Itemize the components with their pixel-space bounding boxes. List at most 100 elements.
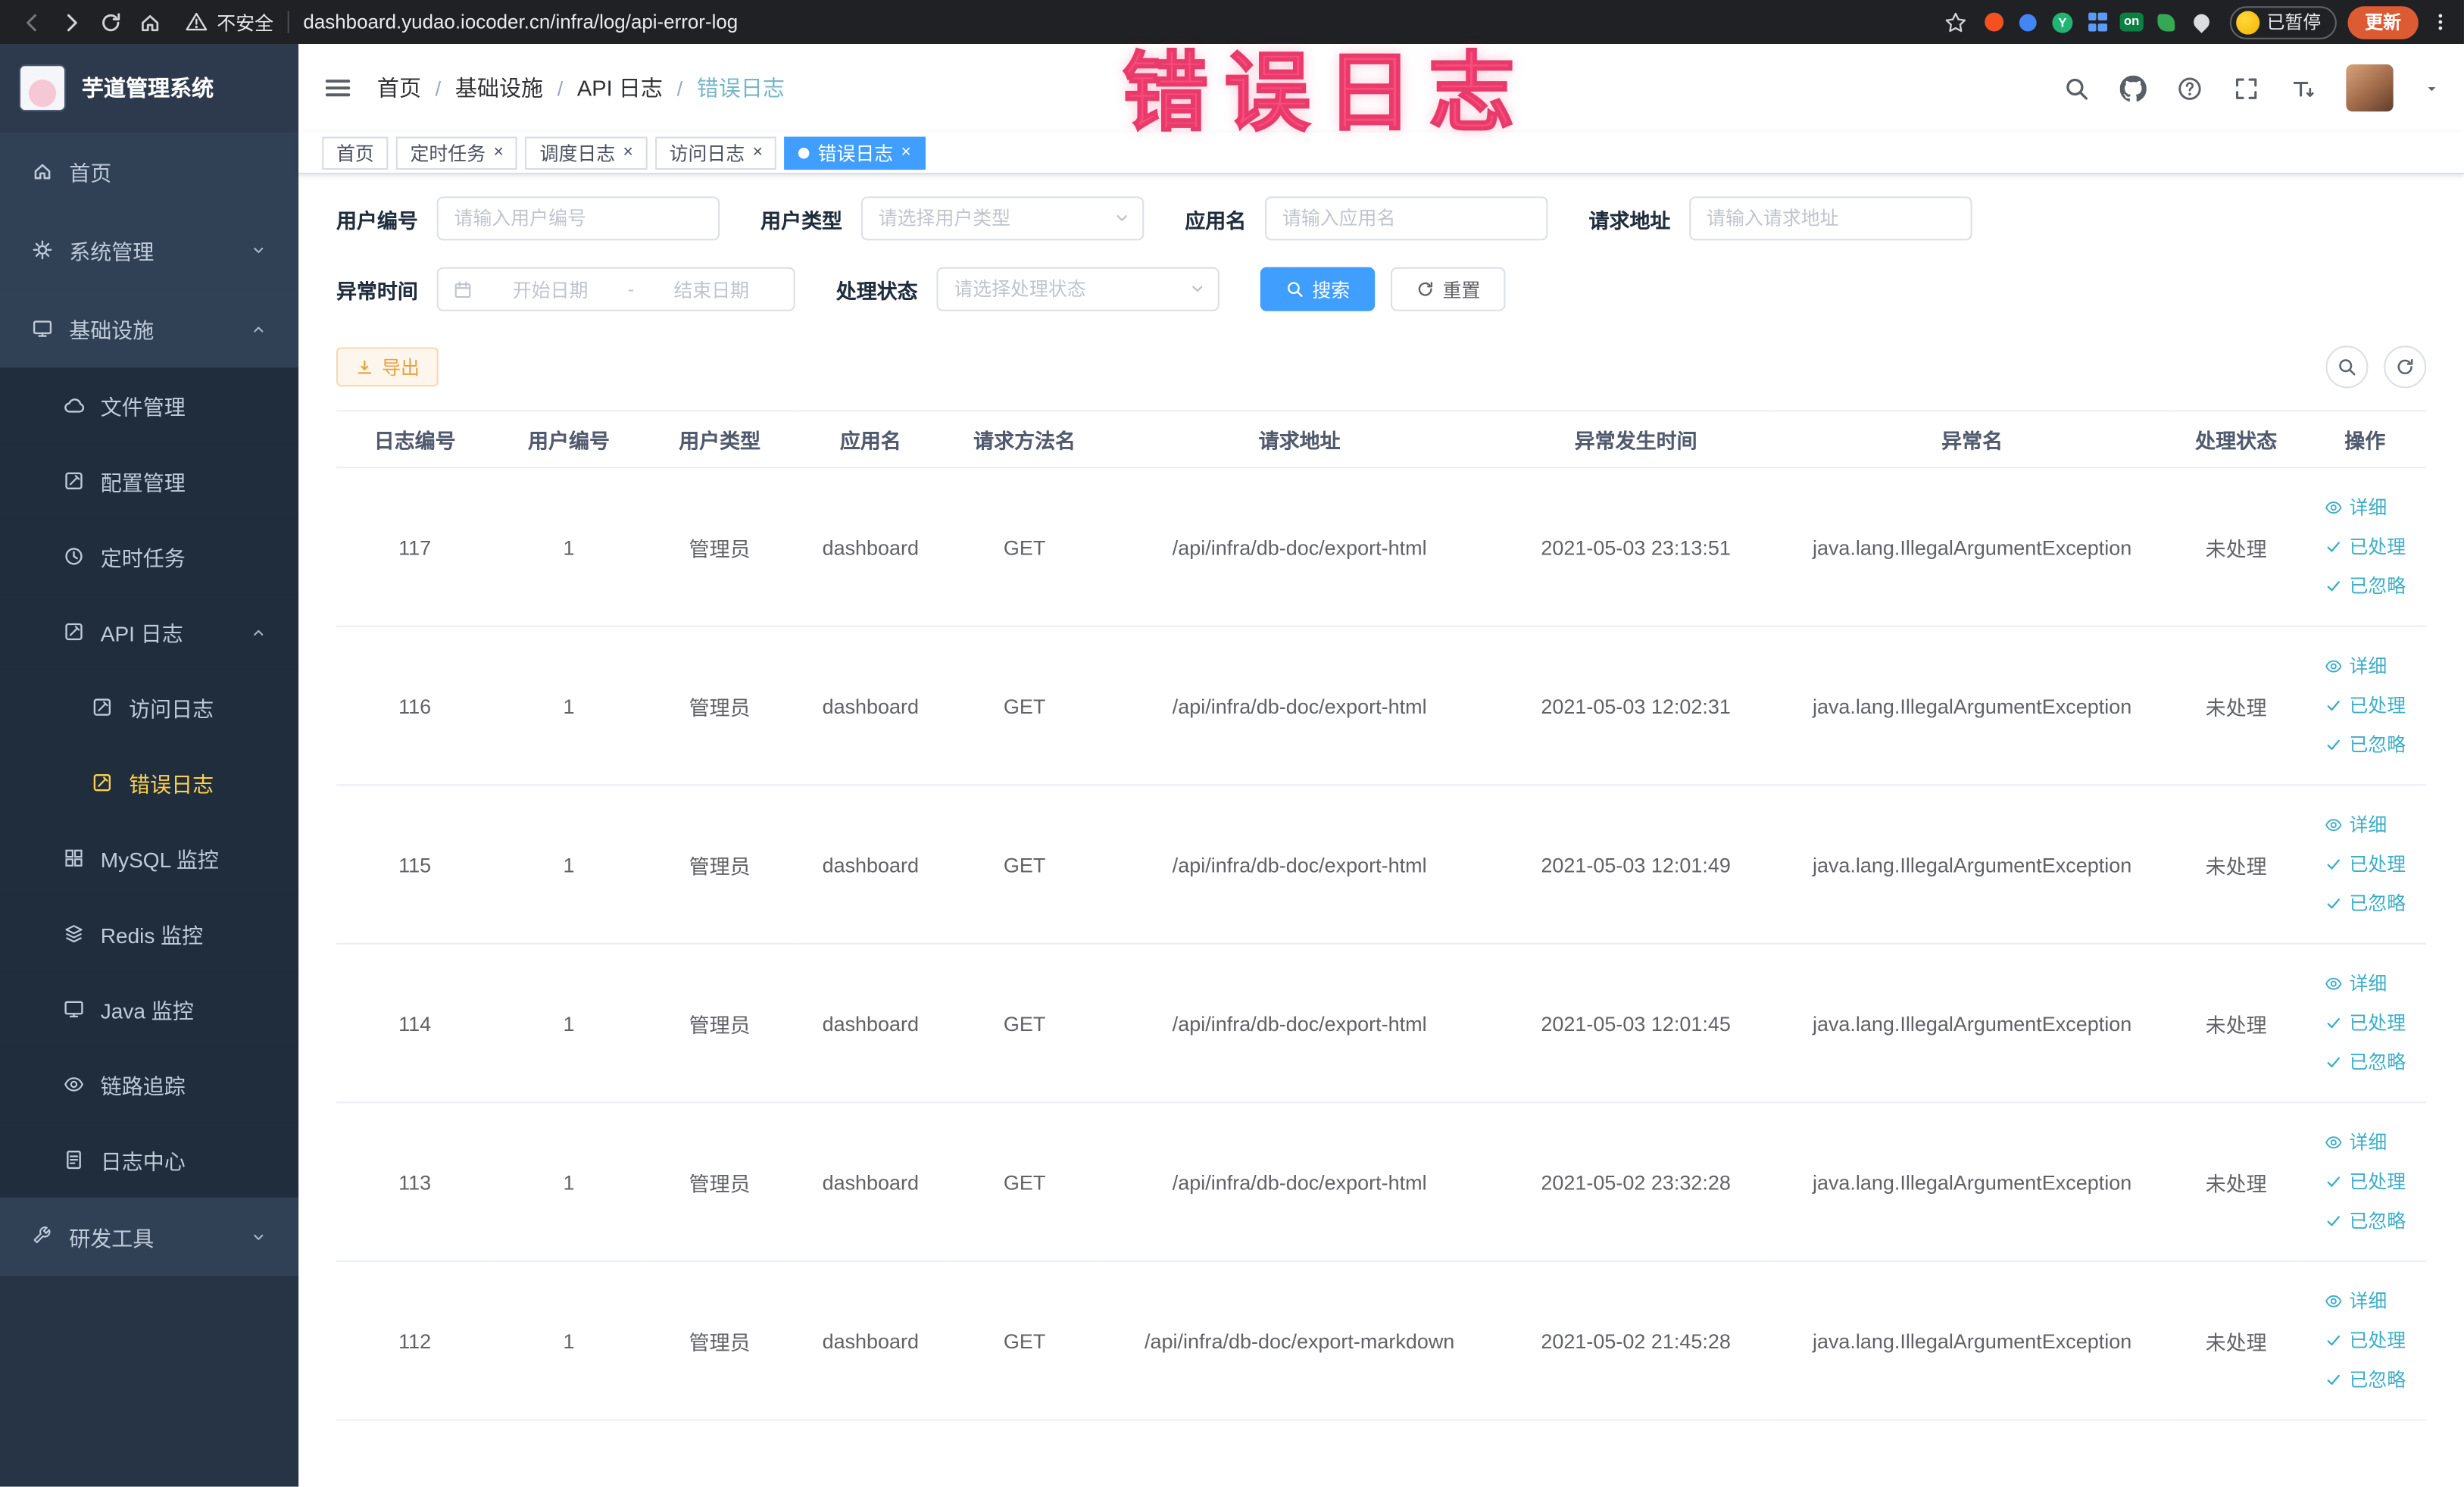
mark-ignored-link[interactable]: 已忽略: [2324, 725, 2406, 764]
search-button[interactable]: 搜索: [1260, 267, 1376, 311]
breadcrumb-current: 错误日志: [696, 75, 785, 101]
browser-menu-icon[interactable]: [2429, 11, 2451, 33]
extension-blue-icon[interactable]: [2010, 5, 2045, 39]
browser-profile-badge[interactable]: 已暂停: [2228, 5, 2337, 39]
eye-icon: [2324, 498, 2343, 517]
app-name-input[interactable]: [1265, 196, 1548, 241]
sidebar-item-scheduled-jobs[interactable]: 定时任务: [0, 518, 299, 595]
browser-reload-icon[interactable]: [91, 2, 130, 42]
detail-link[interactable]: 详细: [2324, 647, 2387, 686]
font-size-icon[interactable]: [2290, 75, 2316, 102]
start-date-placeholder: 开始日期: [512, 279, 589, 301]
mark-ignored-link[interactable]: 已忽略: [2324, 1201, 2406, 1241]
refresh-table-button[interactable]: [2384, 345, 2427, 389]
breadcrumb-item[interactable]: API 日志: [577, 72, 663, 103]
mark-processed-link[interactable]: 已处理: [2324, 1004, 2406, 1043]
layers-icon: [63, 923, 85, 945]
check-icon: [2324, 1370, 2343, 1389]
tab-access-log[interactable]: 访问日志 ×: [654, 136, 777, 170]
extension-orange-icon[interactable]: [1976, 5, 2011, 39]
close-icon[interactable]: ×: [753, 143, 763, 161]
mark-processed-link[interactable]: 已处理: [2324, 1321, 2406, 1360]
sidebar-item-error-log[interactable]: 错误日志: [0, 745, 299, 820]
check-icon: [2324, 538, 2343, 557]
extension-grid-icon[interactable]: [2080, 5, 2115, 39]
sidebar-item-home[interactable]: 首页: [0, 132, 299, 211]
tab-error-log[interactable]: 错误日志 ×: [785, 136, 926, 170]
process-status-label: 处理状态: [835, 279, 918, 303]
export-button[interactable]: 导出: [336, 347, 439, 387]
user-avatar[interactable]: [2346, 64, 2394, 112]
close-icon[interactable]: ×: [901, 143, 911, 161]
site-security[interactable]: 不安全: [186, 8, 273, 35]
github-icon[interactable]: [2120, 75, 2147, 102]
browser-home-icon[interactable]: [130, 2, 170, 42]
check-icon: [2324, 1014, 2343, 1032]
mark-ignored-link[interactable]: 已忽略: [2324, 884, 2406, 923]
user-id-input[interactable]: [436, 196, 720, 241]
check-icon: [2324, 1173, 2343, 1192]
browser-back-icon[interactable]: [13, 2, 52, 42]
sidebar-item-log-center[interactable]: 日志中心: [0, 1122, 299, 1198]
sidebar-item-redis-monitor[interactable]: Redis 监控: [0, 895, 299, 972]
browser-forward-icon[interactable]: [52, 2, 91, 42]
user-type-select[interactable]: [860, 196, 1145, 241]
sidebar-item-access-log[interactable]: 访问日志: [0, 669, 299, 745]
date-range-picker[interactable]: 开始日期 - 结束日期: [436, 267, 795, 311]
extension-pin-icon[interactable]: [2184, 5, 2219, 39]
sidebar-item-trace[interactable]: 链路追踪: [0, 1046, 299, 1123]
extension-on-badge[interactable]: on: [2114, 5, 2149, 39]
screen: 错误日志 不安全 dashboard.yudao.iocoder.cn/infr…: [0, 0, 2464, 1487]
extension-leaf-icon[interactable]: [2149, 5, 2184, 39]
tab-home[interactable]: 首页: [322, 136, 389, 170]
detail-link[interactable]: 详细: [2324, 805, 2387, 845]
detail-link[interactable]: 详细: [2324, 1282, 2387, 1321]
sidebar-toggle-icon[interactable]: [322, 72, 353, 103]
mark-processed-link[interactable]: 已处理: [2324, 845, 2406, 884]
check-icon: [2324, 736, 2343, 754]
tab-scheduled-jobs[interactable]: 定时任务 ×: [395, 136, 518, 170]
breadcrumb-item[interactable]: 首页: [377, 72, 421, 103]
sidebar-item-file-mgmt[interactable]: 文件管理: [0, 367, 299, 444]
extension-y-icon[interactable]: Y: [2045, 5, 2080, 39]
doc-icon: [63, 1149, 85, 1171]
mark-processed-link[interactable]: 已处理: [2324, 527, 2406, 567]
help-icon[interactable]: [2176, 75, 2203, 102]
reset-button[interactable]: 重置: [1391, 267, 1506, 311]
mark-ignored-link[interactable]: 已忽略: [2324, 1360, 2406, 1400]
check-icon: [2324, 855, 2343, 874]
sidebar-item-config-mgmt[interactable]: 配置管理: [0, 443, 299, 519]
gear-icon: [31, 239, 53, 261]
sidebar-item-java-monitor[interactable]: Java 监控: [0, 971, 299, 1047]
sidebar-item-infrastructure[interactable]: 基础设施: [0, 289, 299, 368]
app-name-label: 应用名: [1185, 208, 1247, 233]
divider: [287, 11, 289, 33]
fullscreen-icon[interactable]: [2233, 75, 2259, 102]
mark-processed-link[interactable]: 已处理: [2324, 1162, 2406, 1201]
close-icon[interactable]: ×: [623, 143, 633, 161]
detail-link[interactable]: 详细: [2324, 964, 2387, 1004]
search-icon[interactable]: [2063, 75, 2090, 102]
sidebar-item-system-mgmt[interactable]: 系统管理: [0, 210, 299, 289]
mark-ignored-link[interactable]: 已忽略: [2324, 1042, 2406, 1082]
sidebar-item-dev-tools[interactable]: 研发工具: [0, 1197, 299, 1276]
browser-update-button[interactable]: 更新: [2347, 5, 2419, 39]
bookmark-star-icon[interactable]: [1935, 2, 1975, 42]
tab-schedule-log[interactable]: 调度日志 ×: [525, 136, 648, 170]
sidebar-item-mysql-monitor[interactable]: MySQL 监控: [0, 820, 299, 896]
column-header: 应用名: [795, 410, 946, 469]
toggle-search-button[interactable]: [2325, 345, 2369, 389]
column-header: 用户编号: [493, 410, 645, 469]
table-row: 115 1 管理员 dashboard GET /api/infra/db-do…: [336, 785, 2427, 945]
detail-link[interactable]: 详细: [2324, 1123, 2387, 1162]
breadcrumb-item[interactable]: 基础设施: [455, 72, 543, 103]
address-bar[interactable]: dashboard.yudao.iocoder.cn/infra/log/api…: [303, 11, 738, 33]
mark-ignored-link[interactable]: 已忽略: [2324, 567, 2406, 606]
avatar-caret-down-icon[interactable]: [2423, 80, 2441, 97]
mark-processed-link[interactable]: 已处理: [2324, 686, 2406, 726]
detail-link[interactable]: 详细: [2324, 488, 2387, 527]
request-url-input[interactable]: [1689, 196, 1972, 241]
sidebar-item-api-log[interactable]: API 日志: [0, 594, 299, 670]
process-status-select[interactable]: [936, 267, 1220, 311]
close-icon[interactable]: ×: [493, 143, 503, 161]
